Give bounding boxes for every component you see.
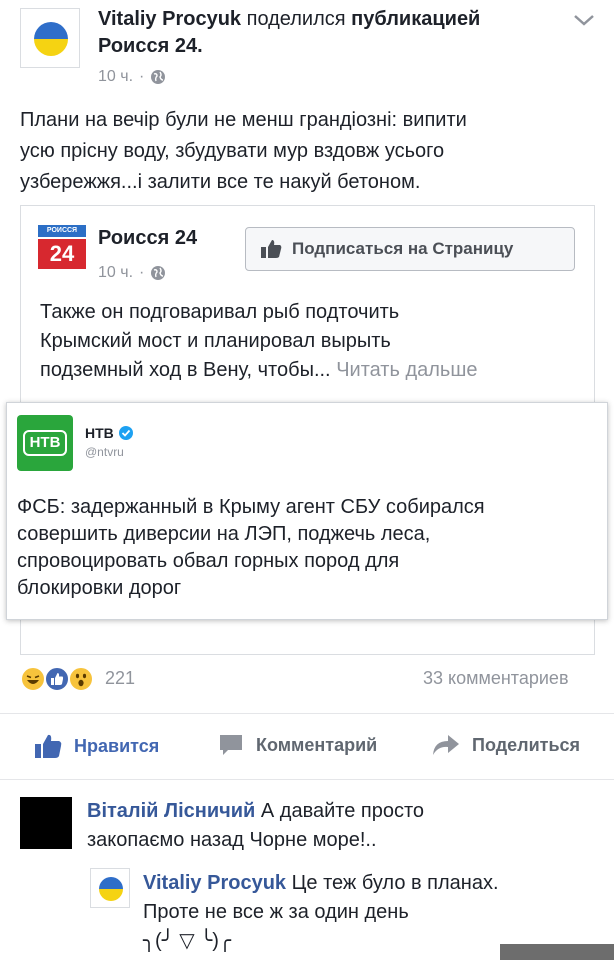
post-body: Плани на вечір були не менш грандіозні: … xyxy=(20,105,600,198)
ukraine-flag-icon xyxy=(34,22,68,56)
comments-count[interactable]: 33 комментариев xyxy=(423,668,569,689)
shared-post-body: Также он подговаривал рыб подточить Крым… xyxy=(40,298,580,385)
divider xyxy=(0,713,614,714)
share-arrow-icon xyxy=(433,735,459,755)
dot-separator: · xyxy=(139,68,145,85)
comment-label: Комментарий xyxy=(256,734,378,755)
comment-text: А давайте просто xyxy=(260,800,425,822)
tweet-body-line: спровоцировать обвал горных пород для xyxy=(17,550,400,572)
tweet-handle[interactable]: @ntvru xyxy=(85,445,124,459)
post-meta: 10 ч. · xyxy=(98,68,166,86)
read-more-link[interactable]: Читать дальше xyxy=(336,359,477,381)
shared-body-line: Крымский мост и планировал вырыть xyxy=(40,330,391,352)
reply-text: Проте не все ж за один день xyxy=(143,901,409,923)
like-button[interactable]: Нравится xyxy=(34,733,159,759)
post-body-line: усю прісну воду, збудувати мур вздовж ус… xyxy=(20,140,445,162)
comment-bubble-icon xyxy=(220,735,242,755)
shared-object[interactable]: публикацией xyxy=(351,8,480,30)
subscribe-button[interactable]: Подписаться на Страницу xyxy=(245,227,575,271)
like-label: Нравится xyxy=(74,735,160,756)
rossiya24-logo[interactable]: РОИССЯ 24 xyxy=(38,225,86,273)
embedded-tweet[interactable]: НТВ НТВ @ntvru ФСБ: задержанный в Крыму … xyxy=(6,402,608,620)
reply-text: ╮(╯ ▽ ╰)╭ xyxy=(143,930,231,952)
commenter-avatar[interactable] xyxy=(20,797,72,849)
haha-face-icon xyxy=(26,675,40,684)
post-header: Vitaliy Procyuk поделился публикацией Ро… xyxy=(98,6,568,60)
reply-author-avatar[interactable] xyxy=(90,868,130,908)
thumbs-up-icon xyxy=(51,673,64,685)
ntv-logo-text: НТВ xyxy=(23,430,67,456)
shared-text: поделился xyxy=(246,8,346,30)
tweet-body-line: блокировки дорог xyxy=(17,577,182,599)
chevron-down-icon[interactable] xyxy=(572,12,596,28)
shared-page-name[interactable]: Роисся 24 xyxy=(98,227,197,250)
shared-post-meta: 10 ч. · xyxy=(98,264,166,282)
dot-separator: · xyxy=(139,264,145,281)
reply-author[interactable]: Vitaliy Procyuk xyxy=(143,872,286,894)
reply-comment: Vitaliy Procyuk Це теж було в планах. Пр… xyxy=(143,869,583,956)
shared-post-time[interactable]: 10 ч. xyxy=(98,264,133,282)
share-button[interactable]: Поделиться xyxy=(432,733,580,757)
reactions-count[interactable]: 221 xyxy=(105,668,135,689)
tweet-author: НТВ xyxy=(85,425,133,441)
haha-reaction-icon[interactable] xyxy=(20,666,46,692)
comment: Віталій Лісничий А давайте просто закопа… xyxy=(87,797,597,855)
reply-text: Це теж було в планах. xyxy=(291,872,499,894)
source-page-link[interactable]: Роисся 24. xyxy=(98,35,203,57)
wow-face-icon xyxy=(75,673,87,687)
comment-button[interactable]: Комментарий xyxy=(218,733,377,757)
overlay-bar xyxy=(500,944,614,960)
share-label: Поделиться xyxy=(472,734,581,755)
shared-body-line: Также он подговаривал рыб подточить xyxy=(40,301,400,323)
author-name[interactable]: Vitaliy Procyuk xyxy=(98,8,241,30)
logo-number: 24 xyxy=(38,239,86,269)
tweet-body-line: совершить диверсии на ЛЭП, поджечь леса, xyxy=(17,523,431,545)
shared-body-line: подземный ход в Вену, чтобы... xyxy=(40,359,331,381)
ntv-logo[interactable]: НТВ xyxy=(17,415,73,471)
wow-reaction-icon[interactable] xyxy=(68,666,94,692)
globe-icon xyxy=(151,70,166,84)
logo-top-text: РОИССЯ xyxy=(38,225,86,237)
tweet-body: ФСБ: задержанный в Крыму агент СБУ собир… xyxy=(17,494,602,602)
subscribe-label: Подписаться на Страницу xyxy=(292,239,514,258)
comment-text: закопаємо назад Чорне море!.. xyxy=(87,829,377,851)
post-time[interactable]: 10 ч. xyxy=(98,68,133,86)
thumbs-up-icon xyxy=(261,240,282,258)
tweet-author-name[interactable]: НТВ xyxy=(85,425,114,441)
tweet-body-line: ФСБ: задержанный в Крыму агент СБУ собир… xyxy=(17,496,485,518)
verified-badge-icon xyxy=(118,426,133,440)
author-avatar[interactable] xyxy=(20,8,80,68)
post-body-line: узбережжя...і залити все те накуй бетоно… xyxy=(20,171,421,193)
ukraine-flag-icon xyxy=(99,877,123,901)
globe-icon xyxy=(151,266,166,280)
like-reaction-icon[interactable] xyxy=(44,666,70,692)
thumbs-up-icon xyxy=(35,734,62,758)
comment-author[interactable]: Віталій Лісничий xyxy=(87,800,255,822)
divider xyxy=(0,779,614,780)
post-body-line: Плани на вечір були не менш грандіозні: … xyxy=(20,109,467,131)
